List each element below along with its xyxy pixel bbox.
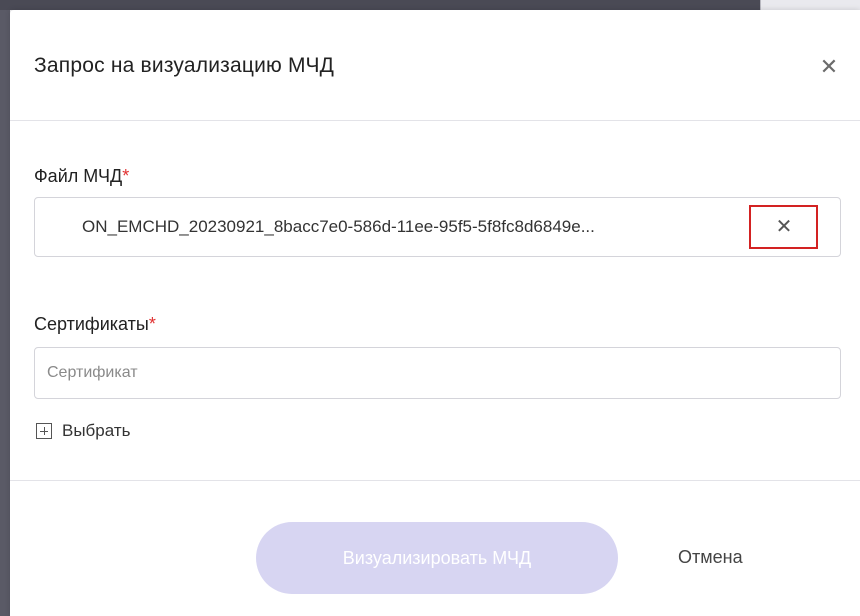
close-icon: ✕ xyxy=(819,54,839,79)
certificates-field-label: Сертификаты* xyxy=(34,314,156,335)
required-mark: * xyxy=(148,314,156,334)
footer-divider xyxy=(10,480,860,481)
plus-square-icon xyxy=(36,423,52,439)
file-name: ON_EMCHD_20230921_8bacc7e0-586d-11ee-95f… xyxy=(82,217,595,236)
close-dialog-button[interactable]: ✕ xyxy=(816,54,842,80)
file-field-label-text: Файл МЧД xyxy=(34,166,123,186)
choose-certificate-label: Выбрать xyxy=(62,421,131,440)
close-icon: ✕ xyxy=(775,216,793,238)
required-mark: * xyxy=(122,166,130,186)
visualize-button[interactable]: Визуализировать МЧД xyxy=(256,522,618,594)
choose-certificate-button[interactable]: Выбрать xyxy=(36,420,130,442)
cancel-button[interactable]: Отмена xyxy=(678,547,743,568)
dialog-header: Запрос на визуализацию МЧД ✕ xyxy=(10,10,860,121)
dialog-title: Запрос на визуализацию МЧД xyxy=(34,54,335,77)
background-left-edge xyxy=(0,10,10,616)
visualization-request-dialog: Запрос на визуализацию МЧД ✕ Файл МЧД* O… xyxy=(10,10,860,616)
file-field-label: Файл МЧД* xyxy=(34,166,129,187)
certificates-field-label-text: Сертификаты xyxy=(34,314,149,334)
certificate-input[interactable] xyxy=(34,347,841,399)
clear-file-button[interactable]: ✕ xyxy=(749,205,818,249)
file-field[interactable]: ON_EMCHD_20230921_8bacc7e0-586d-11ee-95f… xyxy=(34,197,841,257)
background-top-strip xyxy=(0,0,860,10)
